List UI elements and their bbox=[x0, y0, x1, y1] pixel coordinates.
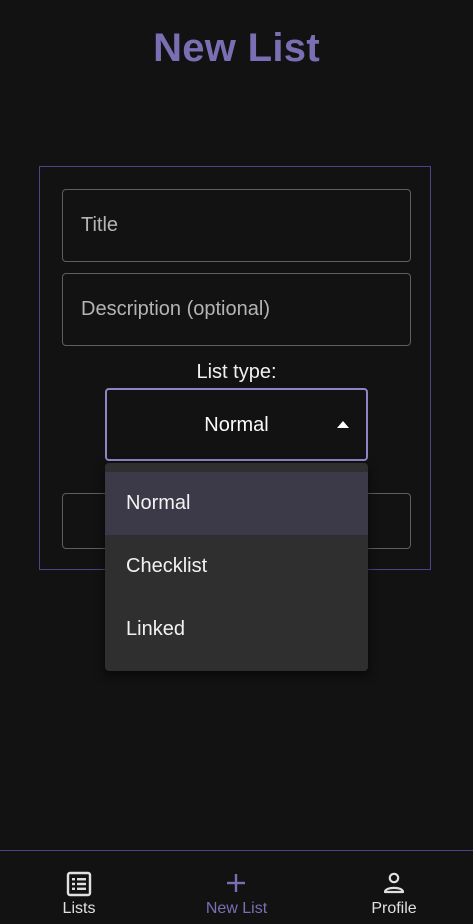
description-field[interactable] bbox=[62, 273, 411, 346]
plus-icon bbox=[227, 874, 245, 892]
description-input[interactable] bbox=[63, 274, 410, 345]
title-field[interactable] bbox=[62, 189, 411, 262]
nav-label-profile: Profile bbox=[371, 900, 417, 917]
list-type-selected-value: Normal bbox=[204, 414, 269, 436]
bottom-navigation: Lists New List Profile bbox=[0, 850, 473, 924]
list-icon bbox=[66, 871, 92, 897]
list-type-select[interactable]: Normal bbox=[105, 388, 368, 461]
caret-up-icon[interactable] bbox=[337, 421, 349, 428]
title-input[interactable] bbox=[63, 190, 410, 261]
page-title: New List bbox=[153, 26, 320, 70]
nav-label-lists: Lists bbox=[62, 900, 96, 917]
list-type-label: List type: bbox=[196, 361, 277, 383]
menu-item-linked[interactable]: Linked bbox=[105, 598, 368, 661]
menu-item-normal[interactable]: Normal bbox=[105, 472, 368, 535]
person-icon bbox=[383, 872, 405, 894]
nav-label-new-list: New List bbox=[205, 900, 268, 917]
nav-item-profile[interactable]: Profile bbox=[354, 851, 434, 924]
list-type-dropdown-menu: Normal Checklist Linked bbox=[105, 463, 368, 671]
nav-item-lists[interactable]: Lists bbox=[39, 851, 119, 924]
menu-item-checklist[interactable]: Checklist bbox=[105, 535, 368, 598]
nav-item-new-list[interactable]: New List bbox=[186, 851, 287, 924]
